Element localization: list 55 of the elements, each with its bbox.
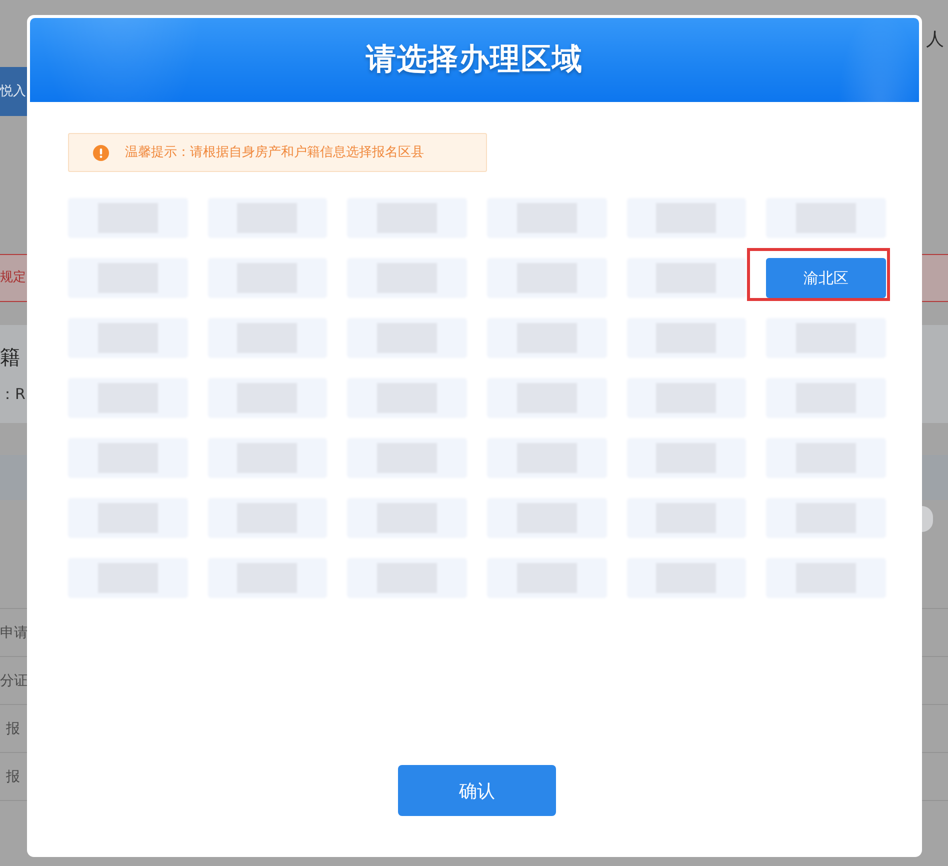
blurred-district-button[interactable]	[208, 558, 328, 598]
blurred-district-button[interactable]	[486, 198, 607, 238]
blurred-district-button[interactable]	[347, 258, 467, 298]
round-button[interactable]	[922, 506, 933, 532]
blurred-district-button[interactable]	[208, 318, 328, 358]
blurred-district-button[interactable]	[208, 498, 328, 538]
alert-bar	[922, 254, 948, 302]
blurred-district-button[interactable]	[68, 498, 188, 538]
blurred-district-button[interactable]	[347, 318, 467, 358]
header-text: 人	[925, 29, 944, 51]
card-subtitle: ：R	[0, 385, 26, 403]
blurred-district-button[interactable]	[626, 198, 746, 238]
warning-icon	[93, 144, 109, 160]
blurred-district-button[interactable]	[626, 438, 746, 478]
blurred-district-button[interactable]	[626, 258, 746, 298]
blurred-district-button[interactable]	[486, 318, 607, 358]
blurred-district-button[interactable]	[486, 378, 607, 418]
blurred-district-button[interactable]	[208, 258, 328, 298]
blurred-district-button[interactable]	[766, 498, 886, 538]
tip-text: 温馨提示：请根据自身房产和户籍信息选择报名区县	[125, 144, 424, 160]
blurred-district-button[interactable]	[766, 198, 886, 238]
blurred-district-button[interactable]	[626, 378, 746, 418]
confirm-button[interactable]: 确认	[398, 765, 556, 816]
blurred-district-button[interactable]	[347, 558, 467, 598]
district-button[interactable]: 渝北区	[766, 258, 886, 298]
blurred-district-button[interactable]	[347, 498, 467, 538]
blurred-district-button[interactable]	[68, 318, 188, 358]
banner-text: 悦入	[0, 84, 26, 100]
alert-text: 规定	[0, 270, 26, 286]
blurred-district-button[interactable]	[486, 438, 607, 478]
blurred-district-button[interactable]	[68, 378, 188, 418]
blurred-district-button[interactable]	[68, 438, 188, 478]
blurred-district-button[interactable]	[208, 378, 328, 418]
blurred-district-button[interactable]	[208, 198, 328, 238]
blurred-district-button[interactable]	[486, 498, 607, 538]
blurred-district-button[interactable]	[68, 198, 188, 238]
blurred-district-button[interactable]	[486, 558, 607, 598]
blurred-district-button[interactable]	[486, 258, 607, 298]
dialog-title: 请选择办理区域	[366, 42, 583, 78]
blurred-district-button[interactable]	[626, 498, 746, 538]
blurred-district-button[interactable]	[68, 258, 188, 298]
blurred-district-button[interactable]	[626, 318, 746, 358]
blurred-district-button[interactable]	[347, 438, 467, 478]
blurred-district-button[interactable]	[68, 558, 188, 598]
form-label: 报	[6, 768, 20, 786]
form-label: 报	[6, 720, 20, 738]
blurred-district-button[interactable]	[208, 438, 328, 478]
blurred-district-button[interactable]	[766, 378, 886, 418]
blurred-district-button[interactable]	[766, 438, 886, 478]
blurred-district-button[interactable]	[626, 558, 746, 598]
blurred-district-button[interactable]	[766, 318, 886, 358]
blurred-district-button[interactable]	[347, 378, 467, 418]
card-title: 籍	[0, 345, 20, 369]
blurred-district-button[interactable]	[347, 198, 467, 238]
blurred-district-button[interactable]	[766, 558, 886, 598]
